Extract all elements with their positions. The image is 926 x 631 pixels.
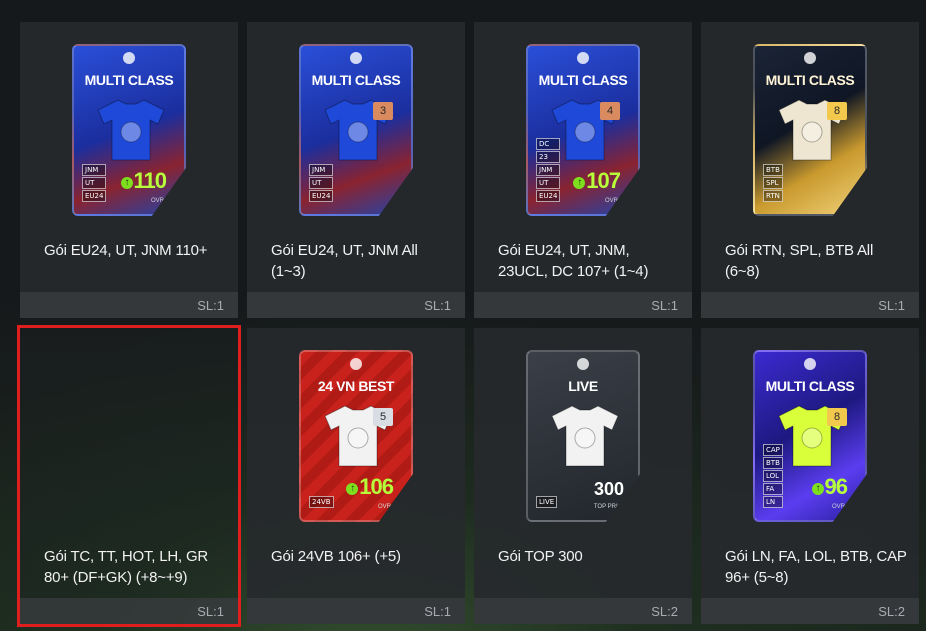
- pack-name: Gói 24VB 106+ (+5): [271, 548, 401, 565]
- season-tags: DC 23 JNM UT EU24: [536, 138, 561, 202]
- season-tag: 23: [536, 151, 561, 163]
- card-title: MULTI CLASS: [311, 72, 401, 88]
- season-tag: BTB: [763, 457, 783, 469]
- pack-quantity: SL:2: [878, 604, 905, 619]
- season-tag: BTB: [763, 164, 783, 176]
- pack-card-image: MULTI CLASS 4 DC 23 JNM UT EU24 ↑ 107 OVR: [526, 44, 640, 216]
- ovr-number: 96: [824, 474, 849, 499]
- card-title: MULTI CLASS: [765, 378, 855, 394]
- arrow-up-icon: ↑: [811, 483, 824, 495]
- season-tags: JNM UT EU24: [309, 164, 334, 202]
- trophy-icon: [350, 358, 362, 370]
- shirt-icon: [97, 99, 165, 161]
- pack-grid: MULTI CLASS JNM UT EU24 ↑ 110 OVR Gói EU24, UT,…: [17, 22, 919, 627]
- pack-card-image: MULTI CLASS JNM UT EU24 ↑ 110 OVR: [72, 44, 186, 216]
- season-tag: EU24: [536, 190, 561, 202]
- season-tag: JNM: [309, 164, 334, 176]
- trophy-icon: [804, 52, 816, 64]
- pack-tile[interactable]: LIVE LIVE 300 TOP PRICE Gói TOP 300 SL:2: [474, 328, 692, 624]
- top-price-label: TOP PRICE: [593, 504, 626, 510]
- pack-name: Gói EU24, UT, JNM, 23UCL, DC 107+ (1~4): [498, 242, 649, 280]
- ovr-label: OVR: [150, 198, 164, 204]
- pack-name: Gói EU24, UT, JNM All (1~3): [271, 242, 418, 280]
- arrow-up-icon: ↑: [573, 177, 586, 189]
- season-tag: DC: [536, 138, 561, 150]
- level-badge: 8: [827, 102, 847, 120]
- ovr-label: OVR: [604, 198, 618, 204]
- season-tags: CAP BTB LOL FA LN: [763, 444, 783, 508]
- ovr-value: ↑ 110: [120, 168, 167, 194]
- trophy-icon: [577, 358, 589, 370]
- season-tag: LIVE: [536, 496, 558, 508]
- pack-quantity: SL:1: [878, 298, 905, 313]
- season-tag: UT: [82, 177, 107, 189]
- season-tags: LIVE: [536, 496, 558, 508]
- pack-quantity: SL:2: [651, 604, 678, 619]
- season-tags: JNM UT EU24: [82, 164, 107, 202]
- level-badge: 3: [373, 102, 393, 120]
- arrow-up-icon: ↑: [346, 483, 359, 495]
- pack-card-image: LIVE LIVE 300 TOP PRICE: [526, 350, 640, 522]
- pack-name: Gói RTN, SPL, BTB All (6~8): [725, 242, 874, 280]
- pack-name: Gói TOP 300: [498, 548, 583, 565]
- ovr-value: ↑ 96: [811, 474, 849, 500]
- season-tag: 24VB: [309, 496, 334, 508]
- pack-card-image: 24 VN BEST 5 24VB ↑ 106 OVR: [299, 350, 413, 522]
- season-tag: RTN: [763, 190, 783, 202]
- card-title: MULTI CLASS: [765, 72, 855, 88]
- season-tag: FA: [763, 483, 783, 495]
- ovr-label: OVR: [377, 504, 391, 510]
- pack-tile[interactable]: MULTI CLASS 8 BTB SPL RTN Gói RTN, SPL, BTB A…: [701, 22, 919, 318]
- pack-card-image: MULTI CLASS 3 JNM UT EU24: [299, 44, 413, 216]
- season-tag: CAP: [763, 444, 783, 456]
- season-tag: EU24: [82, 190, 107, 202]
- season-tag: JNM: [536, 164, 561, 176]
- season-tags: BTB SPL RTN: [763, 164, 783, 202]
- season-tag: UT: [536, 177, 561, 189]
- ovr-value: ↑ 106: [346, 474, 394, 500]
- ovr-number: 107: [586, 168, 621, 193]
- pack-quantity: SL:1: [197, 298, 224, 313]
- card-title: MULTI CLASS: [538, 72, 628, 88]
- ovr-number: 106: [359, 474, 394, 499]
- season-tag: EU24: [309, 190, 334, 202]
- season-tag: JNM: [82, 164, 107, 176]
- season-tag: SPL: [763, 177, 783, 189]
- season-tag: UT: [309, 177, 334, 189]
- pack-card-image: MULTI CLASS 8 BTB SPL RTN: [753, 44, 867, 216]
- trophy-icon: [123, 52, 135, 64]
- pack-quantity: SL:1: [197, 604, 224, 619]
- pack-name: Gói EU24, UT, JNM 110+: [44, 242, 208, 259]
- card-title: 24 VN BEST: [317, 378, 395, 394]
- pack-name: Gói TC, TT, HOT, LH, GR 80+ (DF+GK) (+8~…: [44, 548, 209, 586]
- trophy-icon: [350, 52, 362, 64]
- pack-quantity: SL:1: [424, 604, 451, 619]
- card-title: MULTI CLASS: [84, 72, 174, 88]
- pack-tile[interactable]: Gói TC, TT, HOT, LH, GR 80+ (DF+GK) (+8~…: [17, 325, 241, 627]
- trophy-icon: [804, 358, 816, 370]
- pack-tile[interactable]: MULTI CLASS JNM UT EU24 ↑ 110 OVR Gói EU24, UT,…: [20, 22, 238, 318]
- pack-card-image: MULTI CLASS 8 CAP BTB LOL FA LN ↑ 96 OVR: [753, 350, 867, 522]
- top-price-value: 300: [593, 479, 624, 499]
- pack-tile[interactable]: 24 VN BEST 5 24VB ↑ 106 OVR Gói 24VB 106+ (+5)…: [247, 328, 465, 624]
- pack-name: Gói LN, FA, LOL, BTB, CAP 96+ (5~8): [725, 548, 907, 586]
- trophy-icon: [577, 52, 589, 64]
- pack-tile[interactable]: MULTI CLASS 8 CAP BTB LOL FA LN ↑ 96 OVR Gói LN, F…: [701, 328, 919, 624]
- ovr-label: OVR: [831, 504, 845, 510]
- season-tag: LN: [763, 496, 783, 508]
- level-badge: 8: [827, 408, 847, 426]
- season-tags: 24VB: [309, 496, 334, 508]
- pack-tile[interactable]: MULTI CLASS 4 DC 23 JNM UT EU24 ↑ 107 OVR Gói EU24…: [474, 22, 692, 318]
- pack-tile[interactable]: MULTI CLASS 3 JNM UT EU24 Gói EU24, UT, JNM A…: [247, 22, 465, 318]
- level-badge: 5: [373, 408, 393, 426]
- shirt-icon: [551, 405, 619, 467]
- pack-quantity: SL:1: [651, 298, 678, 313]
- ovr-value: ↑ 107: [573, 168, 621, 194]
- pack-quantity: SL:1: [424, 298, 451, 313]
- level-badge: 4: [600, 102, 620, 120]
- card-title: LIVE: [568, 378, 598, 394]
- arrow-up-icon: ↑: [120, 177, 133, 189]
- season-tag: LOL: [763, 470, 783, 482]
- ovr-number: 110: [133, 168, 167, 193]
